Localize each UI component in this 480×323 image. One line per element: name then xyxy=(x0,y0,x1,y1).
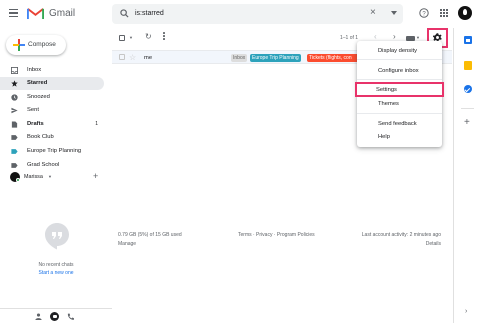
search-bar[interactable]: is:starred × xyxy=(112,4,403,24)
menu-item-display-density[interactable]: Display density xyxy=(357,45,442,56)
sidebar-item-drafts[interactable]: Drafts 1 xyxy=(0,117,104,131)
hangouts-footer xyxy=(0,308,112,323)
sidebar-item-label: Starred xyxy=(27,80,48,87)
menu-item-help[interactable]: Help xyxy=(357,131,442,142)
chat-bubble-icon xyxy=(45,223,69,250)
hangouts-icon[interactable] xyxy=(50,312,59,321)
label-icon xyxy=(11,135,18,141)
chevron-down-icon[interactable]: ▼ xyxy=(129,35,133,40)
tasks-icon[interactable] xyxy=(464,85,472,93)
sidebar-item-label: Grad School xyxy=(27,161,60,168)
menu-item-label: Themes xyxy=(378,100,399,107)
policy-links[interactable]: Terms · Privacy · Program Policies xyxy=(238,232,315,238)
previous-page-icon[interactable]: ‹ xyxy=(374,32,377,41)
divider xyxy=(357,113,442,114)
label-icon xyxy=(11,162,18,168)
label-icon xyxy=(11,149,18,154)
pagination-text: 1–1 of 1 xyxy=(340,35,359,41)
label-chip-inbox[interactable]: Inbox xyxy=(231,54,248,62)
sidebar-item-label: Drafts xyxy=(27,120,44,127)
settings-menu: Display density Configure inbox Settings… xyxy=(355,41,444,147)
divider xyxy=(357,79,442,80)
menu-item-settings[interactable]: Settings xyxy=(355,82,444,97)
inbox-icon xyxy=(11,66,18,74)
activity-details-link[interactable]: Details xyxy=(426,241,441,247)
next-page-icon[interactable]: › xyxy=(393,32,396,41)
menu-item-send-feedback[interactable]: Send feedback xyxy=(357,118,442,129)
send-icon xyxy=(11,107,18,114)
gmail-logo[interactable] xyxy=(27,7,44,20)
clear-icon[interactable]: × xyxy=(370,7,376,18)
menu-item-themes[interactable]: Themes xyxy=(357,98,442,109)
divider xyxy=(357,59,442,60)
more-options-icon[interactable] xyxy=(163,32,166,41)
sidebar-item-label: Book Club xyxy=(27,134,54,141)
clock-icon xyxy=(11,94,18,101)
menu-item-label: Configure inbox xyxy=(378,67,419,74)
search-options-icon[interactable] xyxy=(391,11,397,15)
person-icon[interactable] xyxy=(35,313,42,320)
compose-label: Compose xyxy=(28,41,56,48)
star-icon[interactable]: ☆ xyxy=(129,53,136,62)
calendar-icon[interactable] xyxy=(464,36,472,44)
sidebar-item-label: Sent xyxy=(27,107,39,114)
message-sender: me xyxy=(144,54,153,61)
refresh-icon[interactable]: ↻ xyxy=(145,32,152,41)
draft-icon xyxy=(11,121,18,128)
side-panel: + › xyxy=(453,28,480,323)
divider xyxy=(461,108,474,109)
apps-icon[interactable] xyxy=(440,9,448,17)
storage-usage: 0.79 GB (5%) of 15 GB used xyxy=(118,232,182,238)
keep-icon[interactable] xyxy=(464,61,472,70)
sidebar-item-book-club[interactable]: Book Club xyxy=(0,131,104,145)
phone-icon[interactable] xyxy=(67,313,74,320)
online-status-icon xyxy=(16,178,20,182)
app-name: Gmail xyxy=(49,8,76,19)
last-activity: Last account activity: 2 minutes ago xyxy=(361,232,441,238)
menu-item-label: Help xyxy=(378,133,390,140)
sidebar-nav: Inbox Starred Snoozed Sent Drafts 1 Book… xyxy=(0,63,104,172)
account-avatar[interactable] xyxy=(458,6,472,20)
manage-storage-link[interactable]: Manage xyxy=(118,241,136,247)
label-chip-europe-trip-planning[interactable]: Europe Trip Planning xyxy=(250,54,301,62)
menu-item-label: Settings xyxy=(376,86,397,93)
compose-button[interactable]: Compose xyxy=(6,35,66,55)
row-checkbox[interactable] xyxy=(119,54,125,60)
sidebar-item-inbox[interactable]: Inbox xyxy=(0,63,104,77)
star-icon xyxy=(11,80,18,87)
menu-item-label: Send feedback xyxy=(378,120,417,127)
chevron-down-icon[interactable]: ▼ xyxy=(416,35,420,40)
add-addon-icon[interactable]: + xyxy=(464,118,470,128)
chevron-right-icon[interactable]: › xyxy=(465,308,467,315)
drafts-count: 1 xyxy=(95,120,98,127)
sidebar-item-starred[interactable]: Starred xyxy=(0,76,104,91)
plus-icon xyxy=(13,39,25,51)
add-contact-icon[interactable]: + xyxy=(93,171,98,181)
start-new-chat-link[interactable]: Start a new one xyxy=(0,270,112,276)
sidebar-item-snoozed[interactable]: Snoozed xyxy=(0,90,104,104)
select-all-checkbox[interactable] xyxy=(119,35,125,41)
hangouts-user-name: Marissa xyxy=(24,174,43,180)
search-input[interactable]: is:starred xyxy=(135,10,164,17)
search-icon[interactable] xyxy=(120,9,129,18)
top-bar: Gmail is:starred × ? xyxy=(0,0,480,28)
sidebar-item-europe-trip-planning[interactable]: Europe Trip Planning xyxy=(0,145,104,159)
sidebar-item-grad-school[interactable]: Grad School xyxy=(0,158,104,172)
sidebar-item-label: Europe Trip Planning xyxy=(27,148,82,155)
sidebar-item-sent[interactable]: Sent xyxy=(0,104,104,118)
chevron-down-icon[interactable]: ▼ xyxy=(48,174,52,179)
menu-item-label: Display density xyxy=(378,47,417,54)
sidebar-item-label: Snoozed xyxy=(27,93,50,100)
menu-item-configure-inbox[interactable]: Configure inbox xyxy=(357,65,442,76)
help-icon[interactable]: ? xyxy=(419,8,429,18)
no-recent-chats-text: No recent chats xyxy=(38,262,74,268)
sidebar-item-label: Inbox xyxy=(27,66,42,73)
menu-icon[interactable] xyxy=(9,9,18,17)
